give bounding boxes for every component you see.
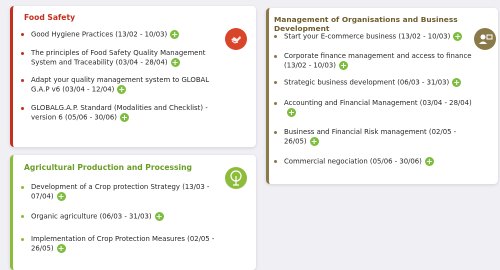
add-button[interactable]: + — [56, 192, 66, 201]
course-item[interactable]: Strategic business development (06/03 - … — [274, 78, 474, 88]
course-item[interactable]: Organic agriculture (06/03 - 31/03) + — [21, 211, 221, 222]
course-label[interactable]: Accounting and Financial Management (03/… — [284, 99, 472, 107]
course-label[interactable]: Commercial negociation (05/06 - 30/06) — [284, 157, 422, 165]
bullet — [21, 238, 24, 241]
course-item[interactable]: Good Hygiene Practices (13/02 - 10/03) + — [21, 30, 221, 40]
course-item[interactable]: Corporate finance management and access … — [274, 52, 474, 71]
sprout-icon — [225, 167, 247, 189]
add-button[interactable]: + — [117, 85, 127, 94]
course-item[interactable]: Commercial negociation (05/06 - 30/06) + — [274, 156, 474, 167]
course-label[interactable]: Good Hygiene Practices (13/02 - 10/03) — [31, 31, 167, 39]
course-label[interactable]: Organic agriculture (06/03 - 31/03) — [31, 212, 152, 220]
add-button[interactable]: + — [338, 60, 348, 70]
course-item[interactable]: Implementation of Crop Protection Measur… — [21, 235, 221, 254]
agriculture-course-list: Development of a Crop protection Strateg… — [21, 183, 221, 263]
course-item[interactable]: Development of a Crop protection Strateg… — [21, 183, 221, 202]
add-button[interactable]: + — [424, 156, 434, 166]
add-button[interactable]: + — [154, 211, 164, 221]
bullet — [274, 131, 277, 134]
add-button[interactable]: + — [452, 78, 462, 87]
course-item[interactable]: Start your E-commerce business (13/02 - … — [274, 32, 474, 42]
course-item[interactable]: The principles of Food Safety Quality Ma… — [21, 49, 221, 68]
course-label[interactable]: Corporate finance management and access … — [284, 52, 472, 70]
add-button[interactable]: + — [453, 32, 463, 41]
bullet — [21, 186, 24, 189]
course-item[interactable]: Adapt your quality management system to … — [21, 76, 221, 95]
bullet — [274, 159, 277, 163]
bullet — [274, 54, 277, 58]
agriculture-card: Agricultural Production and Processing D… — [10, 155, 256, 270]
management-card: Management of Organisations and Business… — [266, 8, 498, 184]
business-icon — [474, 28, 496, 50]
add-button[interactable]: + — [309, 137, 319, 146]
course-label[interactable]: Strategic business development (06/03 - … — [284, 79, 449, 87]
add-button[interactable]: + — [119, 112, 129, 122]
add-button[interactable]: + — [170, 57, 180, 67]
bullet — [21, 33, 24, 36]
bullet — [274, 35, 277, 38]
bullet — [274, 101, 277, 105]
add-button[interactable]: + — [56, 244, 66, 253]
bullet — [21, 214, 24, 218]
management-title: Management of Organisations and Business… — [274, 15, 458, 33]
add-button[interactable]: + — [287, 107, 296, 117]
bullet — [21, 79, 24, 82]
course-item[interactable]: Accounting and Financial Management (03/… — [274, 99, 474, 118]
bullet — [21, 106, 24, 110]
bullet — [21, 51, 24, 55]
food-safety-card: Food Safety Good Hygiene Practices (13/0… — [10, 6, 256, 147]
agriculture-title: Agricultural Production and Processing — [24, 163, 192, 172]
add-button[interactable]: + — [170, 30, 180, 39]
course-item[interactable]: Business and Financial Risk management (… — [274, 128, 474, 147]
food-safety-title: Food Safety — [24, 13, 76, 22]
course-label[interactable]: Start your E-commerce business (13/02 - … — [284, 33, 450, 41]
bullet — [274, 81, 277, 84]
management-course-list: Start your E-commerce business (13/02 - … — [274, 32, 474, 175]
handshake-icon — [225, 28, 247, 50]
course-item[interactable]: GLOBALG.A.P. Standard (Modalities and Ch… — [21, 104, 221, 123]
food-safety-course-list: Good Hygiene Practices (13/02 - 10/03) + … — [21, 30, 221, 131]
